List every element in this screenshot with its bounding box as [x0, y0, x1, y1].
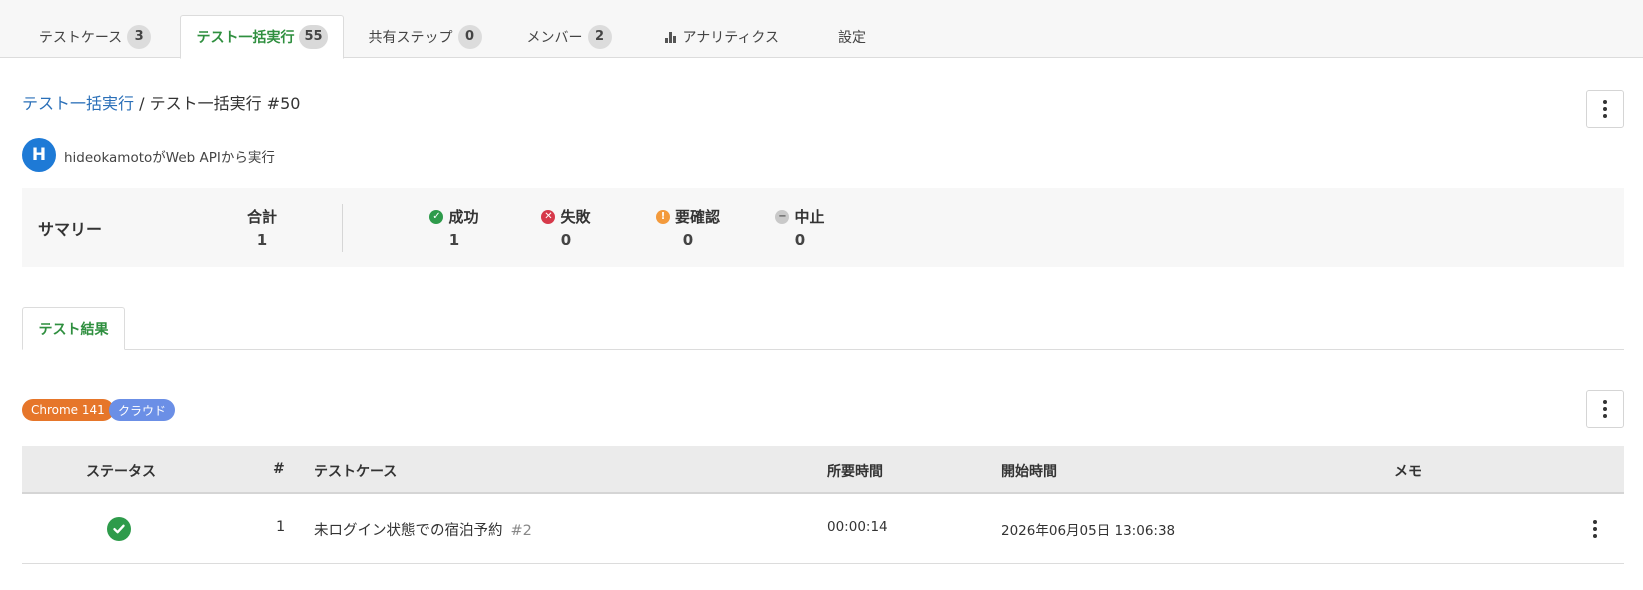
summary-total-value: 1: [256, 231, 268, 249]
summary-aborted: − 中止 0: [740, 206, 860, 249]
browser-tag: Chrome 141: [22, 399, 114, 421]
tab-label: アナリティクス: [682, 30, 779, 46]
summary-warning-value: 0: [682, 231, 694, 249]
row-more-button[interactable]: [1585, 518, 1605, 540]
summary-aborted-value: 0: [794, 231, 806, 249]
row-test-case[interactable]: 未ログイン状態での宿泊予約 #2: [314, 519, 532, 540]
test-case-id: #2: [510, 523, 532, 539]
tab-settings[interactable]: 設定: [822, 15, 882, 59]
column-header-start-time[interactable]: 開始時間: [1001, 461, 1057, 481]
exclamation-circle-icon: !: [655, 209, 670, 224]
minus-circle-icon: −: [775, 209, 790, 224]
tab-count-badge: 55: [299, 25, 328, 49]
tab-analytics[interactable]: アナリティクス: [652, 15, 792, 59]
row-number: 1: [276, 519, 286, 535]
row-start-time: 2026年06月05日 13:06:38: [1001, 523, 1176, 539]
tab-count-badge: 0: [457, 25, 482, 49]
tab-count-badge: 2: [587, 25, 612, 49]
column-header-memo[interactable]: メモ: [1394, 461, 1422, 481]
tab-test-runs[interactable]: テスト一括実行 55: [180, 15, 344, 59]
summary-failed-value: 0: [560, 231, 572, 249]
summary-warning: ! 要確認 0: [628, 206, 748, 249]
results-table-header: ステータス # テストケース 所要時間 開始時間 メモ: [22, 446, 1624, 494]
more-vertical-icon: [1603, 100, 1607, 118]
check-circle-icon: ✓: [429, 209, 444, 224]
summary-total: 合計 1: [202, 206, 322, 249]
summary-warning-label: 要確認: [674, 208, 720, 226]
project-tab-bar: テストケース 3 テスト一括実行 55 共有ステップ 0 メンバー 2 アナリテ…: [0, 0, 1643, 59]
tab-label: 設定: [838, 30, 866, 46]
breadcrumb-separator: /: [134, 94, 150, 113]
more-vertical-icon: [1603, 400, 1607, 418]
tab-count-badge: 3: [127, 25, 152, 49]
bar-chart-icon: [665, 31, 676, 43]
tab-members[interactable]: メンバー 2: [516, 15, 622, 59]
run-more-button[interactable]: [1586, 90, 1624, 128]
environment-tag: クラウド: [109, 399, 176, 421]
summary-divider: [342, 204, 343, 252]
tab-label: 共有ステップ: [368, 30, 453, 46]
more-vertical-icon: [1593, 520, 1597, 538]
summary-failed-label: 失敗: [560, 208, 591, 226]
column-header-status[interactable]: ステータス: [86, 461, 156, 481]
column-header-test-case[interactable]: テストケース: [314, 461, 397, 481]
x-circle-icon: ✕: [541, 209, 556, 224]
summary-title: サマリー: [38, 220, 103, 239]
row-duration: 00:00:14: [827, 519, 888, 535]
avatar: H: [22, 138, 56, 172]
tab-label: テスト一括実行: [196, 30, 295, 46]
summary-panel: サマリー 合計 1 ✓ 成功 1 ✕ 失敗 0 ! 要確認 0 − 中止 0: [22, 188, 1624, 267]
summary-passed: ✓ 成功 1: [394, 206, 514, 249]
result-tab-bar: テスト結果: [22, 307, 1624, 350]
summary-passed-value: 1: [448, 231, 460, 249]
summary-total-label: 合計: [246, 208, 277, 226]
table-row[interactable]: 1 未ログイン状態での宿泊予約 #2 00:00:14 2026年06月05日 1…: [22, 494, 1624, 564]
breadcrumb-current: テスト一括実行 #50: [149, 94, 301, 113]
tab-label: メンバー: [526, 30, 583, 46]
breadcrumb-parent-link[interactable]: テスト一括実行: [22, 94, 134, 113]
summary-failed: ✕ 失敗 0: [506, 206, 626, 249]
column-header-duration[interactable]: 所要時間: [827, 461, 883, 481]
tab-test-cases[interactable]: テストケース 3: [30, 15, 160, 59]
breadcrumb: テスト一括実行 / テスト一括実行 #50: [22, 90, 300, 114]
summary-aborted-label: 中止: [794, 208, 825, 226]
results-more-button[interactable]: [1586, 390, 1624, 428]
tab-shared-steps[interactable]: 共有ステップ 0: [357, 15, 493, 59]
column-header-number[interactable]: #: [273, 461, 285, 477]
passed-status-icon: [107, 517, 131, 541]
summary-passed-label: 成功: [448, 208, 479, 226]
test-case-name[interactable]: 未ログイン状態での宿泊予約: [314, 523, 503, 539]
tab-label: テストケース: [38, 30, 123, 46]
executor-text: hideokamotoがWeb APIから実行: [64, 150, 275, 166]
tab-test-results[interactable]: テスト結果: [22, 307, 125, 350]
